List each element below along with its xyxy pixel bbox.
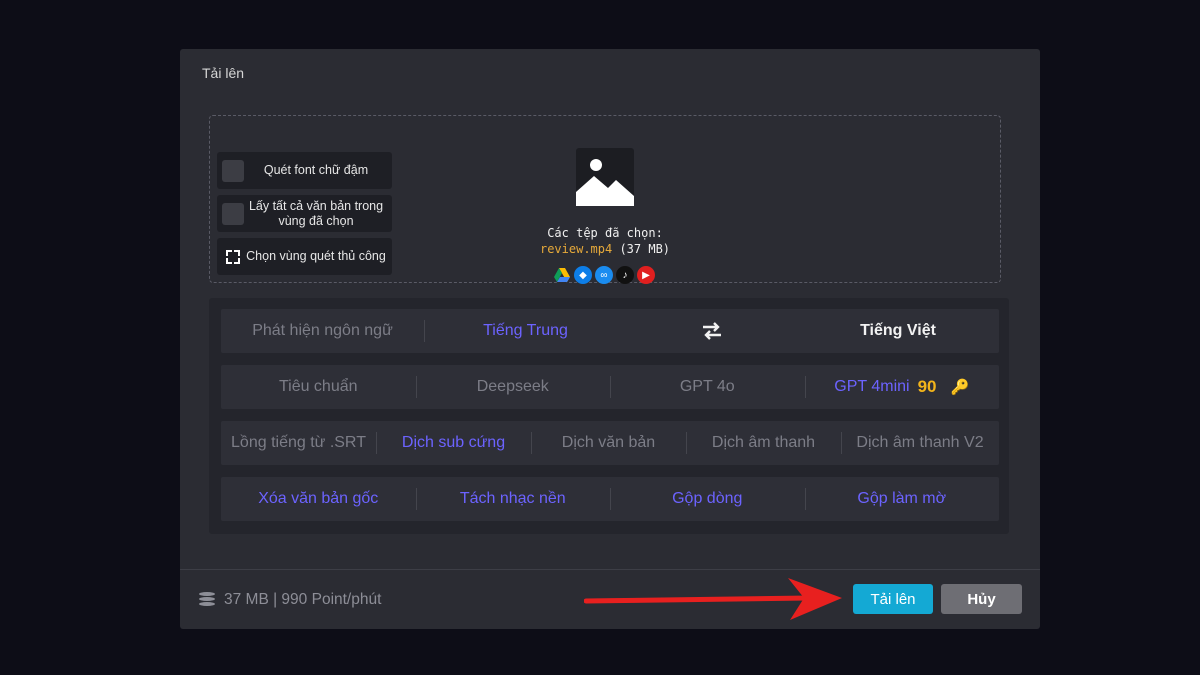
extras-row: Xóa văn bản gốc Tách nhạc nền Gộp dòng G… <box>221 477 999 521</box>
mode-dub-srt[interactable]: Lồng tiếng từ .SRT <box>221 421 376 465</box>
key-icon: 🔑 <box>950 379 970 396</box>
link-icon[interactable]: ∞ <box>595 266 613 284</box>
settings-panel: Phát hiện ngôn ngữ Tiếng Trung Tiếng Việ… <box>209 298 1009 534</box>
all-text-label: Lấy tất cả văn bản trong vùng đã chọn <box>248 198 384 228</box>
google-drive-icon[interactable] <box>553 266 571 284</box>
swap-arrows-icon <box>703 322 721 340</box>
annotation-arrow <box>584 578 842 620</box>
mode-text[interactable]: Dịch văn bản <box>531 421 686 465</box>
model-gpt4mini-label: GPT 4mini <box>834 378 910 395</box>
all-text-option[interactable]: Lấy tất cả văn bản trong vùng đã chọn <box>217 195 392 232</box>
footer-divider <box>180 569 1040 570</box>
source-language-select[interactable]: Tiếng Trung <box>424 309 627 353</box>
model-row: Tiêu chuẩn Deepseek GPT 4o GPT 4mini 90 … <box>221 365 999 409</box>
gpt4mini-badge: 90 <box>917 377 937 396</box>
model-standard[interactable]: Tiêu chuẩn <box>221 365 416 409</box>
tiktok-icon[interactable]: ♪ <box>616 266 634 284</box>
cost-info-text: 37 MB | 990 Point/phút <box>224 591 382 608</box>
file-dropzone[interactable]: Quét font chữ đậm Lấy tất cả văn bản tro… <box>209 115 1001 284</box>
separate-music-option[interactable]: Tách nhạc nền <box>415 477 611 521</box>
cost-info: 37 MB | 990 Point/phút <box>196 589 381 611</box>
file-name: review.mp4 <box>539 242 613 256</box>
model-deepseek[interactable]: Deepseek <box>415 365 611 409</box>
dropbox-icon[interactable]: ◆ <box>574 266 592 284</box>
merge-blur-option[interactable]: Gộp làm mờ <box>804 477 1000 521</box>
model-gpt4mini[interactable]: GPT 4mini 90 🔑 <box>804 365 1000 409</box>
bold-font-option[interactable]: Quét font chữ đậm <box>217 152 392 189</box>
mode-row: Lồng tiếng từ .SRT Dịch sub cứng Dịch vă… <box>221 421 999 465</box>
merge-lines-option[interactable]: Gộp dòng <box>610 477 805 521</box>
manual-region-button[interactable]: Chọn vùng quét thủ công <box>217 238 392 275</box>
youtube-icon[interactable]: ▶ <box>637 266 655 284</box>
coins-icon <box>196 589 218 611</box>
bold-font-checkbox[interactable] <box>222 159 244 182</box>
mode-audio-v2[interactable]: Dịch âm thanh V2 <box>841 421 999 465</box>
image-placeholder-icon <box>576 148 634 206</box>
bold-font-label: Quét font chữ đậm <box>263 163 369 177</box>
mode-hard-sub[interactable]: Dịch sub cứng <box>376 421 531 465</box>
modal-title: Tải lên <box>202 65 245 81</box>
detect-language-option[interactable]: Phát hiện ngôn ngữ <box>221 309 424 353</box>
selected-file: review.mp4 (37 MB) <box>490 242 720 256</box>
cancel-button[interactable]: Hủy <box>941 584 1022 614</box>
upload-modal: Tải lên Quét font chữ đậm Lấy tất cả văn… <box>180 49 1040 629</box>
all-text-checkbox[interactable] <box>222 202 244 225</box>
selected-files-label: Các tệp đã chọn: <box>547 226 663 240</box>
mode-audio[interactable]: Dịch âm thanh <box>686 421 841 465</box>
language-row: Phát hiện ngôn ngữ Tiếng Trung Tiếng Việ… <box>221 309 999 353</box>
remove-text-option[interactable]: Xóa văn bản gốc <box>221 477 416 521</box>
swap-languages-button[interactable] <box>627 309 797 353</box>
model-gpt4o[interactable]: GPT 4o <box>610 365 805 409</box>
upload-button[interactable]: Tải lên <box>853 584 933 614</box>
file-size: (37 MB) <box>619 242 671 256</box>
target-language-select[interactable]: Tiếng Việt <box>797 309 999 353</box>
manual-region-label: Chọn vùng quét thủ công <box>246 249 386 263</box>
scan-region-icon <box>222 246 244 268</box>
upload-sources: ◆ ∞ ♪ ▶ <box>553 266 655 284</box>
